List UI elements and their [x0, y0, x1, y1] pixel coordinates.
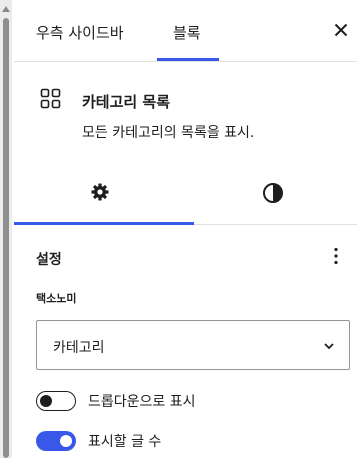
- sidebar-tabs: 우측 사이드바 블록: [14, 0, 357, 62]
- tab-styles[interactable]: [186, 162, 357, 224]
- block-description: 모든 카테고리의 목록을 표시.: [82, 125, 255, 141]
- block-card: 카테고리 목록 모든 카테고리의 목록을 표시.: [14, 62, 357, 162]
- taxonomy-select-value: 카테고리: [53, 340, 105, 356]
- tab-right-sidebar[interactable]: 우측 사이드바: [36, 22, 124, 43]
- scrollbar-thumb[interactable]: [3, 18, 9, 458]
- toggle-knob: [40, 394, 52, 407]
- taxonomy-select[interactable]: 카테고리: [36, 320, 350, 370]
- chevron-down-icon: [324, 343, 334, 350]
- inspector-tabs: [14, 162, 357, 225]
- more-vertical-icon: [334, 247, 338, 265]
- post-count-toggle[interactable]: [36, 431, 76, 451]
- block-inspector-window: 우측 사이드바 블록 카테고리 목록 모든 카테고리의 목록을 표시. 설정 택…: [0, 0, 357, 458]
- dropdown-toggle[interactable]: [36, 391, 76, 411]
- grid-icon: [40, 88, 61, 109]
- sidebar-panel: 우측 사이드바 블록 카테고리 목록 모든 카테고리의 목록을 표시. 설정 택…: [14, 0, 357, 458]
- settings-panel-title: 설정: [36, 252, 62, 268]
- post-count-toggle-label: 표시할 글 수: [88, 434, 162, 450]
- scrollbar[interactable]: [0, 0, 12, 458]
- close-button[interactable]: [329, 18, 353, 42]
- block-title: 카테고리 목록: [82, 93, 171, 111]
- dropdown-toggle-label: 드롭다운으로 표시: [88, 394, 196, 410]
- options-button[interactable]: [324, 244, 348, 268]
- tab-block[interactable]: 블록: [173, 22, 201, 43]
- taxonomy-label: 택소노미: [36, 292, 77, 305]
- active-inspector-tab-indicator: [14, 222, 194, 225]
- scroll-up-arrow-icon[interactable]: [2, 6, 10, 12]
- tab-settings[interactable]: [14, 162, 185, 224]
- toggle-knob: [60, 435, 72, 447]
- contrast-icon: [263, 183, 283, 203]
- gear-icon: [91, 183, 109, 201]
- close-icon: [334, 23, 348, 37]
- active-tab-indicator: [157, 58, 219, 61]
